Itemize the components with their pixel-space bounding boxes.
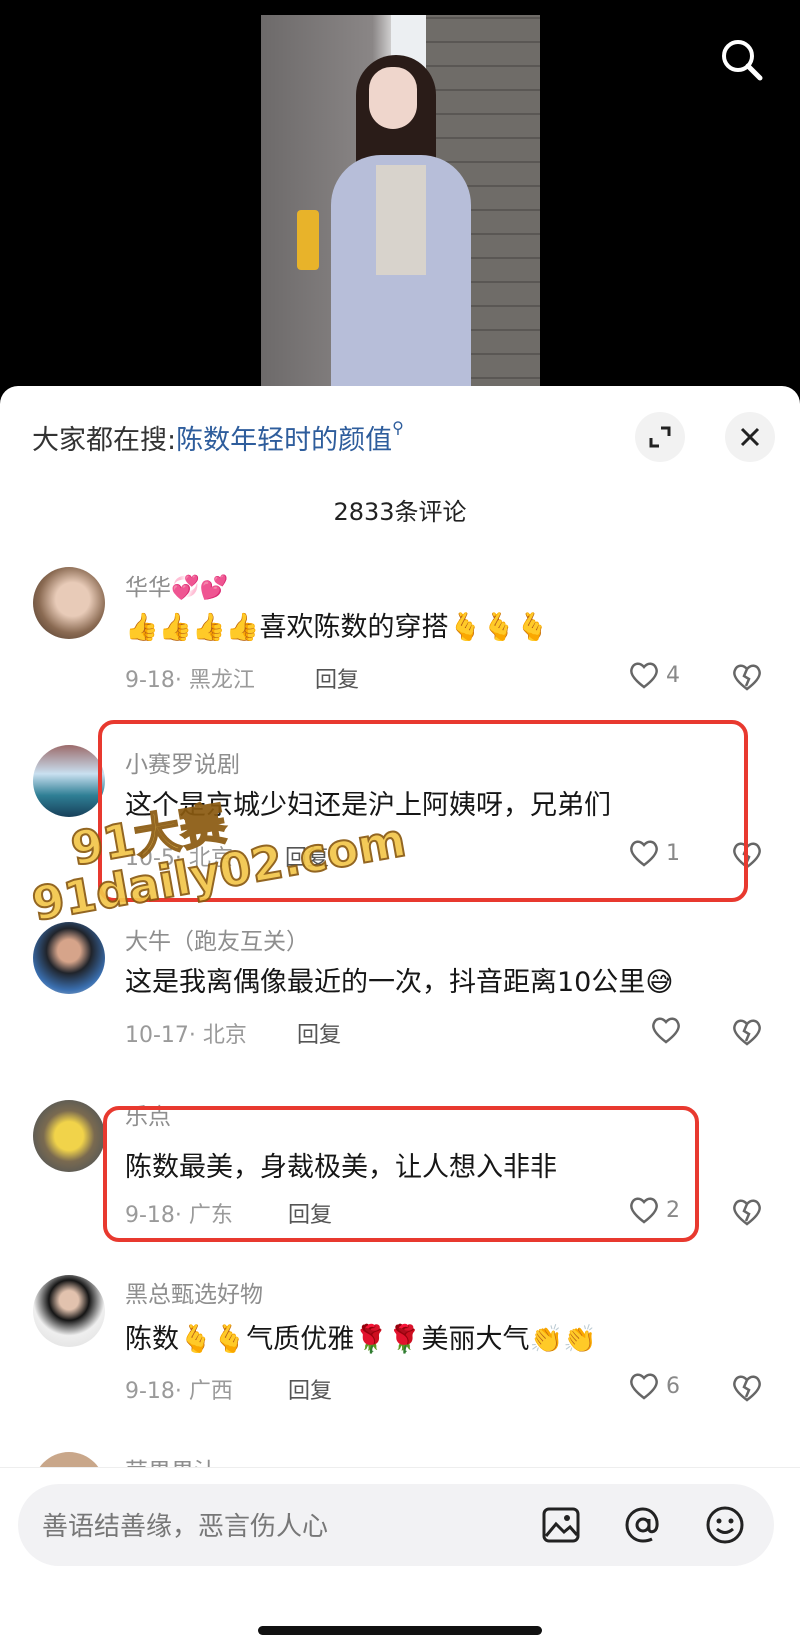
- dislike-button[interactable]: [731, 1197, 763, 1229]
- reply-button[interactable]: 回复: [297, 1017, 341, 1049]
- video-drink: [297, 210, 319, 270]
- avatar[interactable]: [33, 567, 105, 639]
- comment-meta: 9-18· 广西: [125, 1379, 233, 1404]
- avatar[interactable]: [33, 745, 105, 817]
- broken-heart-icon: [733, 1375, 761, 1402]
- avatar[interactable]: [33, 1275, 105, 1347]
- comment-username[interactable]: 大牛（跑友互关）: [125, 922, 309, 956]
- like-button[interactable]: [650, 1015, 688, 1045]
- comment-item: 苹果果汁: [0, 1430, 800, 1467]
- expand-icon: [649, 426, 671, 448]
- video-player[interactable]: [0, 0, 800, 401]
- like-count: 6: [666, 1373, 680, 1399]
- reply-button[interactable]: 回复: [315, 662, 359, 694]
- comment-meta: 9-18· 黑龙江: [125, 668, 255, 693]
- emoji-icon[interactable]: [704, 1504, 746, 1546]
- dislike-button[interactable]: [731, 1017, 763, 1049]
- like-button[interactable]: 6: [628, 1371, 680, 1401]
- avatar[interactable]: [33, 1100, 105, 1172]
- avatar[interactable]: [33, 1452, 105, 1467]
- comment-username[interactable]: 黑总甄选好物: [125, 1275, 263, 1309]
- comment-count: 2833条评论: [333, 498, 467, 526]
- heart-icon: [630, 1373, 658, 1400]
- video-top: [376, 165, 426, 275]
- at-icon[interactable]: [622, 1504, 664, 1546]
- comment-text: 陈数🫰🫰气质优雅🌹🌹美丽大气👏👏: [125, 1324, 597, 1355]
- avatar[interactable]: [33, 922, 105, 994]
- heart-icon: [630, 662, 658, 689]
- dislike-button[interactable]: [731, 662, 763, 694]
- dislike-button[interactable]: [731, 1373, 763, 1405]
- comment-username[interactable]: 苹果果汁: [125, 1452, 217, 1467]
- image-icon[interactable]: [540, 1504, 582, 1546]
- hot-search-prefix: 大家都在搜:: [32, 425, 177, 456]
- video-frame[interactable]: [261, 15, 540, 401]
- hot-search-link[interactable]: 陈数年轻时的颜值: [176, 425, 392, 456]
- broken-heart-icon: [733, 1019, 761, 1046]
- search-icon[interactable]: [716, 34, 768, 86]
- highlight-box: [103, 1106, 699, 1242]
- close-button[interactable]: [725, 412, 775, 462]
- broken-heart-icon: [733, 664, 761, 691]
- small-search-icon: ⚲: [392, 418, 404, 437]
- reply-button[interactable]: 回复: [288, 1373, 332, 1405]
- comment-input-placeholder: 善语结善缘，恶言伤人心: [42, 1512, 329, 1542]
- video-face: [369, 67, 417, 129]
- broken-heart-icon: [733, 1199, 761, 1226]
- hot-search[interactable]: 大家都在搜:陈数年轻时的颜值⚲: [32, 418, 404, 457]
- like-count: 4: [666, 662, 680, 688]
- close-icon: [740, 427, 760, 447]
- comment-input[interactable]: 善语结善缘，恶言伤人心: [18, 1484, 774, 1566]
- comment-text: 👍👍👍👍喜欢陈数的穿搭🫰🫰🫰: [125, 612, 550, 643]
- home-indicator: [258, 1626, 542, 1635]
- heart-icon: [652, 1017, 680, 1044]
- comment-input-bar: 善语结善缘，恶言伤人心: [0, 1467, 800, 1652]
- comment-text: 这是我离偶像最近的一次，抖音距离10公里😅: [125, 967, 674, 998]
- like-button[interactable]: 4: [628, 660, 680, 690]
- comment-meta: 10-17· 北京: [125, 1023, 247, 1048]
- comment-username[interactable]: 华华💞💕: [125, 568, 228, 602]
- expand-button[interactable]: [635, 412, 685, 462]
